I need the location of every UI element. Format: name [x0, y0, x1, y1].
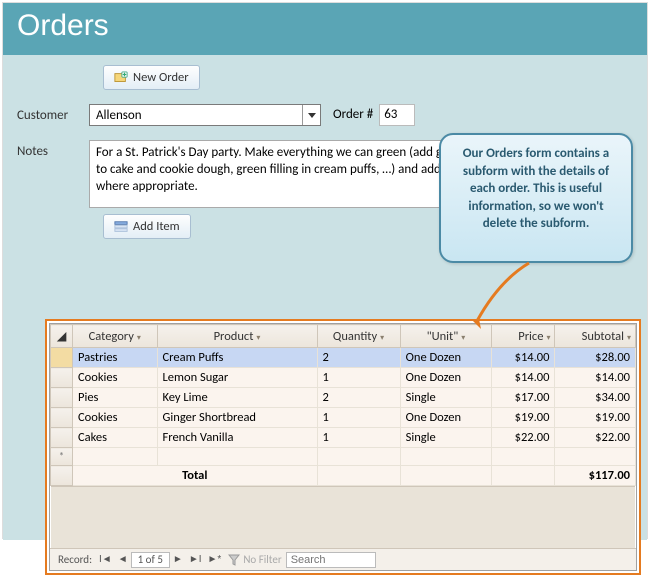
- record-label: Record:: [54, 553, 96, 566]
- table-row[interactable]: Pies Key Lime 2 Single $17.00 $34.00: [51, 388, 636, 408]
- chevron-down-icon[interactable]: [302, 105, 320, 125]
- nav-prev-icon[interactable]: ◄: [115, 554, 131, 565]
- total-label: Total: [73, 466, 318, 486]
- col-quantity[interactable]: Quantity▾: [317, 325, 400, 348]
- cell-price[interactable]: $14.00: [492, 348, 555, 368]
- search-input[interactable]: [286, 552, 376, 568]
- add-item-icon: [114, 220, 128, 234]
- filter-label[interactable]: No Filter: [243, 553, 281, 566]
- col-category[interactable]: Category▾: [73, 325, 158, 348]
- record-position[interactable]: 1 of 5: [131, 552, 170, 568]
- customer-label: Customer: [3, 104, 89, 123]
- row-selector[interactable]: [51, 408, 73, 428]
- row-selector[interactable]: [51, 388, 73, 408]
- cell-quantity[interactable]: 2: [317, 348, 400, 368]
- record-navigator[interactable]: Record: I◄ ◄ 1 of 5 ► ►I ►* No Filter: [50, 548, 636, 570]
- customer-combo[interactable]: Allenson: [89, 104, 321, 126]
- row-selector[interactable]: [51, 368, 73, 388]
- table-row[interactable]: Cookies Ginger Shortbread 1 One Dozen $1…: [51, 408, 636, 428]
- row-selector-header[interactable]: ◢: [51, 325, 73, 348]
- total-row: Total $117.00: [51, 466, 636, 486]
- cell-product[interactable]: Cream Puffs: [157, 348, 317, 368]
- table-row[interactable]: Cakes French Vanilla 1 Single $22.00 $22…: [51, 428, 636, 448]
- cell-category[interactable]: Pastries: [73, 348, 158, 368]
- page-title: Orders: [17, 9, 633, 43]
- nav-new-icon[interactable]: ►*: [205, 554, 225, 565]
- nav-first-icon[interactable]: I◄: [96, 554, 115, 565]
- grand-total: $117.00: [555, 466, 636, 486]
- col-price[interactable]: Price▾: [492, 325, 555, 348]
- add-item-button[interactable]: Add Item: [103, 214, 191, 239]
- form-header: Orders: [3, 3, 647, 55]
- col-product[interactable]: Product▾: [157, 325, 317, 348]
- table-row[interactable]: Pastries Cream Puffs 2 One Dozen $14.00 …: [51, 348, 636, 368]
- row-selector[interactable]: [51, 428, 73, 448]
- new-order-label: New Order: [133, 70, 189, 85]
- order-number-field[interactable]: 63: [379, 104, 415, 126]
- notes-label: Notes: [3, 140, 89, 159]
- nav-last-icon[interactable]: ►I: [186, 554, 205, 565]
- filter-icon: [228, 554, 240, 566]
- cell-unit[interactable]: One Dozen: [400, 348, 492, 368]
- order-items-subform[interactable]: ◢ Category▾ Product▾ Quantity▾ "Unit"▾ P…: [49, 323, 637, 571]
- table-row[interactable]: Cookies Lemon Sugar 1 One Dozen $14.00 $…: [51, 368, 636, 388]
- subform-highlight: ◢ Category▾ Product▾ Quantity▾ "Unit"▾ P…: [45, 319, 641, 575]
- new-row-marker[interactable]: *: [51, 448, 73, 466]
- nav-next-icon[interactable]: ►: [170, 554, 186, 565]
- new-row[interactable]: *: [51, 448, 636, 466]
- col-subtotal[interactable]: Subtotal▾: [555, 325, 636, 348]
- col-unit[interactable]: "Unit"▾: [400, 325, 492, 348]
- callout-bubble: Our Orders form contains a subform with …: [439, 133, 633, 263]
- customer-value: Allenson: [96, 108, 302, 123]
- new-order-button[interactable]: New Order: [103, 65, 200, 90]
- grid-empty-area: [51, 486, 635, 548]
- order-number-label: Order #: [333, 104, 373, 122]
- row-selector[interactable]: [51, 348, 73, 368]
- cell-subtotal[interactable]: $28.00: [555, 348, 636, 368]
- order-items-grid[interactable]: ◢ Category▾ Product▾ Quantity▾ "Unit"▾ P…: [50, 324, 636, 486]
- add-item-label: Add Item: [133, 219, 180, 234]
- new-order-icon: [114, 71, 128, 85]
